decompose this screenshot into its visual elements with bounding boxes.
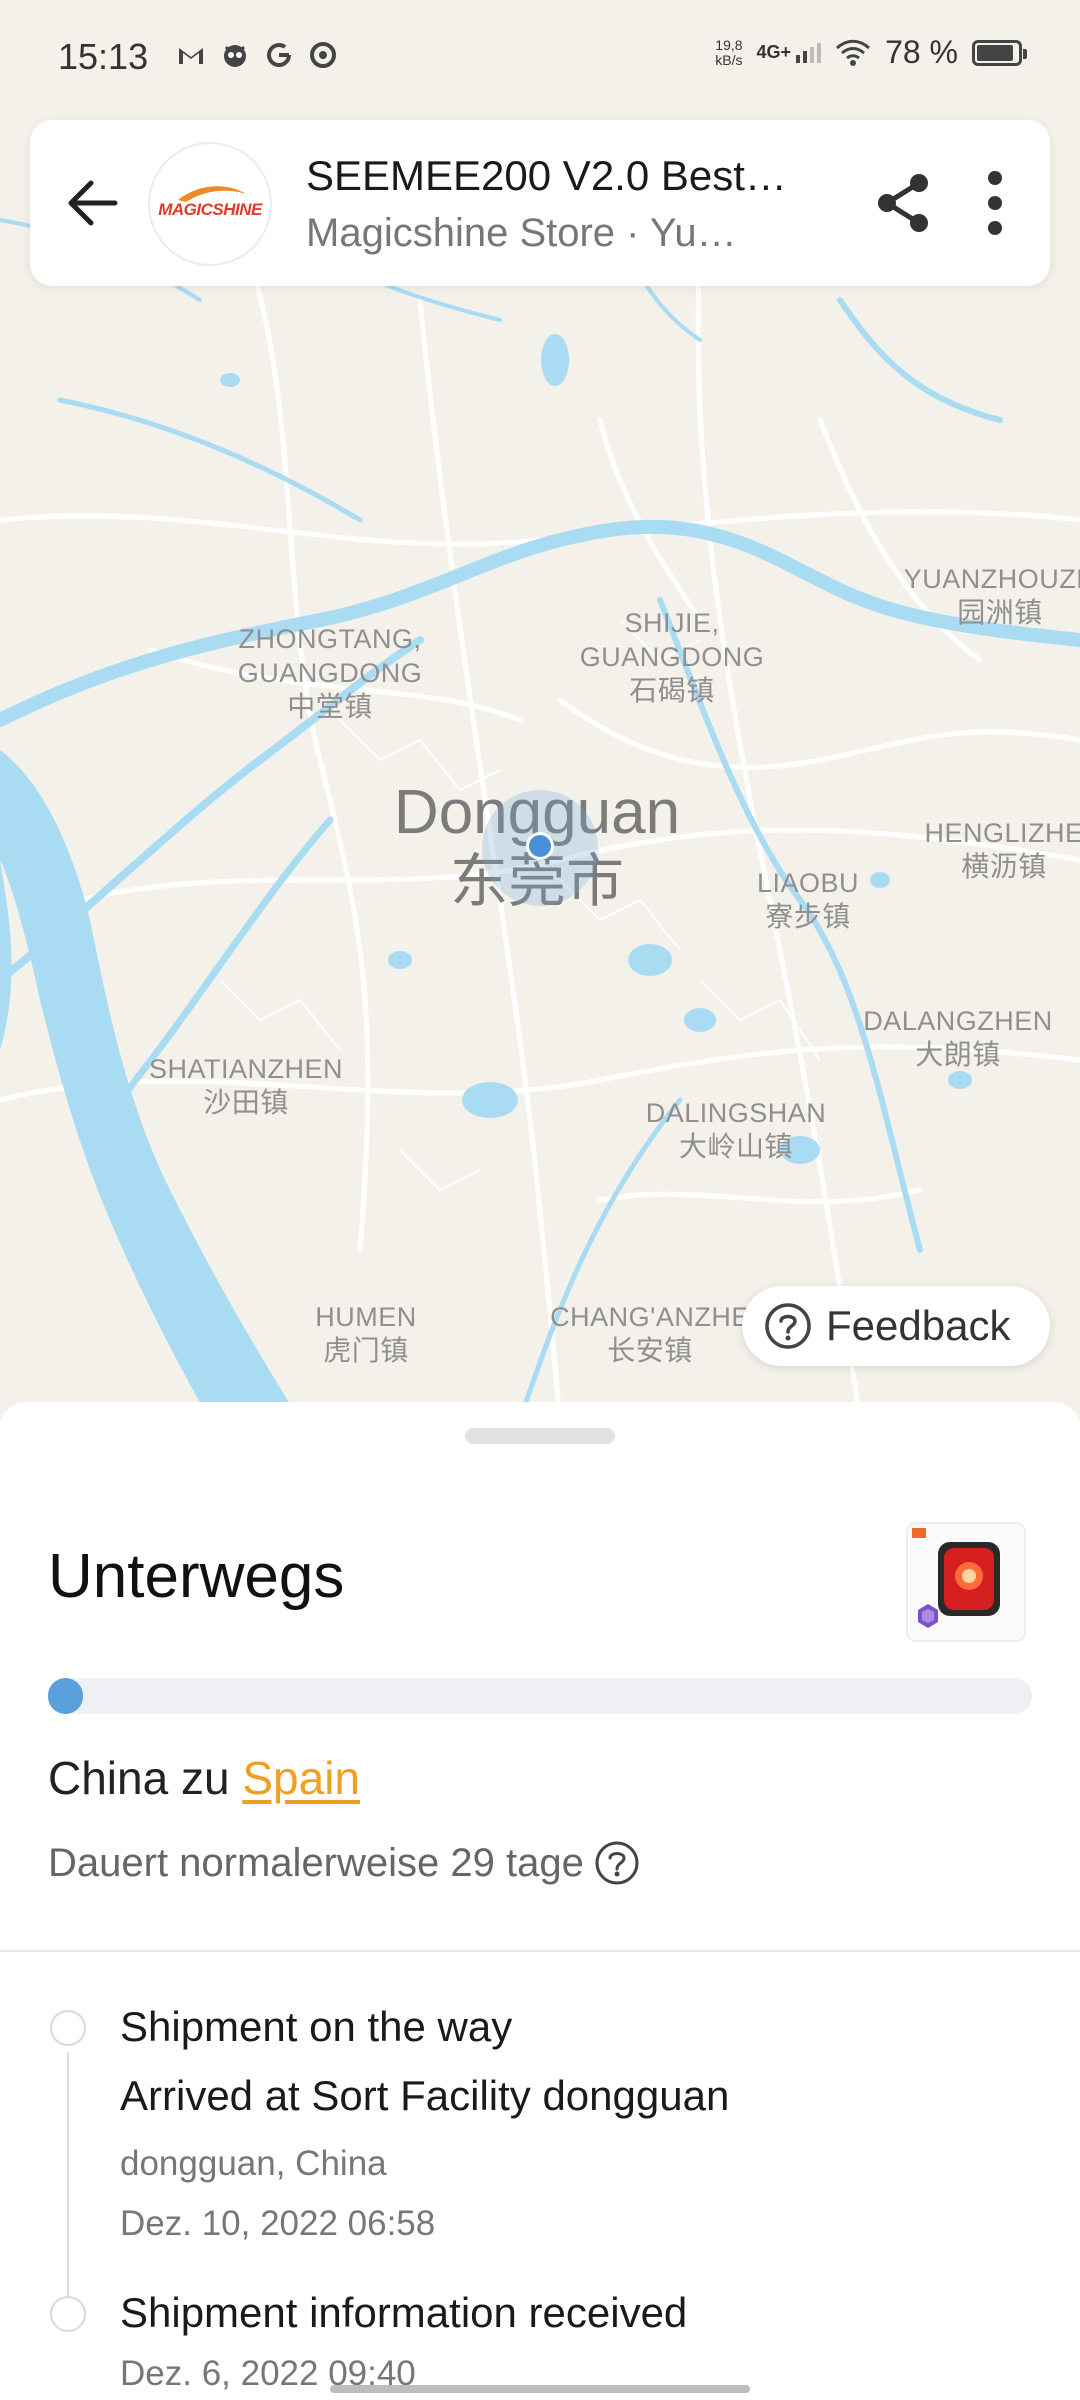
mascot-icon	[224, 45, 246, 67]
destination-link[interactable]: Spain	[242, 1752, 360, 1804]
tracking-sheet: Unterwegs China zu Spain Dauert normaler…	[0, 1402, 1080, 2400]
route-origin: China zu	[48, 1752, 243, 1804]
header-card: MAGICSHINE SEEMEE200 V2.0 Best… Magicshi…	[30, 120, 1050, 286]
event-time: Dez. 10, 2022 06:58	[120, 2204, 436, 2243]
place-label-changan: CHANG'ANZHE 长安镇	[550, 1302, 750, 1367]
event-location: dongguan, China	[120, 2144, 387, 2183]
signal-icon: 4G+	[757, 42, 822, 63]
status-time: 15:13	[58, 36, 149, 77]
timeline-dot	[50, 2010, 86, 2046]
notification-icons	[176, 40, 338, 70]
event-detail: Arrived at Sort Facility dongguan	[120, 2072, 730, 2119]
place-label-yuanzhou: YUANZHOUZH 园洲镇	[903, 564, 1080, 629]
place-label-liaobu: LIAOBU 寮步镇	[756, 868, 860, 933]
help-circle-icon	[765, 1303, 811, 1349]
place-label-zhongtang: ZHONGTANG, GUANGDONG 中堂镇	[237, 624, 423, 723]
feedback-button[interactable]: Feedback	[742, 1286, 1050, 1366]
place-label-dalang: DALANGZHEN 大朗镇	[863, 1006, 1053, 1071]
google-icon	[267, 43, 291, 67]
store-logo[interactable]: MAGICSHINE	[148, 142, 272, 266]
battery-icon	[972, 39, 1027, 66]
feedback-label: Feedback	[826, 1302, 1011, 1349]
place-label-shijie: SHIJIE, GUANGDONG 石碣镇	[579, 608, 765, 707]
network-speed: 19,8 kB/s	[715, 36, 743, 68]
arrow-left-icon	[68, 180, 118, 226]
more-options-button[interactable]	[960, 160, 1030, 246]
more-vertical-icon	[988, 171, 1002, 235]
event-title: Shipment on the way	[120, 2003, 513, 2050]
shipping-status-title: Unterwegs	[48, 1542, 345, 1611]
bike-light-image	[912, 1528, 1000, 1628]
product-title[interactable]: SEEMEE200 V2.0 Best…	[306, 150, 846, 202]
home-indicator[interactable]	[330, 2385, 750, 2393]
status-bar: 15:13 19,8 kB/s 4G+ 78 %	[0, 0, 1080, 110]
location-marker[interactable]	[526, 832, 554, 860]
place-label-shatian: SHATIANZHEN 沙田镇	[148, 1054, 344, 1119]
sheet-drag-handle[interactable]	[465, 1428, 615, 1444]
share-button[interactable]	[860, 160, 946, 246]
product-thumbnail[interactable]	[906, 1522, 1026, 1642]
chrome-icon	[310, 42, 336, 68]
shipping-route: China zu Spain	[48, 1750, 360, 1806]
section-divider	[0, 1950, 1080, 1952]
status-indicators: 19,8 kB/s 4G+ 78 %	[715, 34, 1027, 71]
share-icon	[878, 174, 928, 232]
progress-fill	[48, 1678, 84, 1714]
place-label-dalingshan: DALINGSHAN 大岭山镇	[645, 1098, 827, 1163]
help-circle-icon[interactable]	[594, 1840, 640, 1886]
duration-text: Dauert normalerweise 29 tage	[48, 1841, 584, 1885]
place-label-hengli: HENGLIZHE 横沥镇	[924, 818, 1080, 883]
gmail-icon	[179, 48, 203, 64]
store-name[interactable]: Magicshine Store · Yu…	[306, 208, 846, 258]
shipping-progress-bar	[48, 1678, 1032, 1714]
timeline-dot	[50, 2296, 86, 2332]
place-label-humen: HUMEN 虎门镇	[315, 1302, 417, 1367]
back-button[interactable]	[48, 158, 138, 248]
delivery-duration: Dauert normalerweise 29 tage	[48, 1838, 640, 1888]
event-title: Shipment information received	[120, 2289, 688, 2336]
timeline-line	[67, 2052, 69, 2296]
wifi-icon	[836, 39, 871, 66]
battery-percent: 78 %	[885, 34, 958, 70]
